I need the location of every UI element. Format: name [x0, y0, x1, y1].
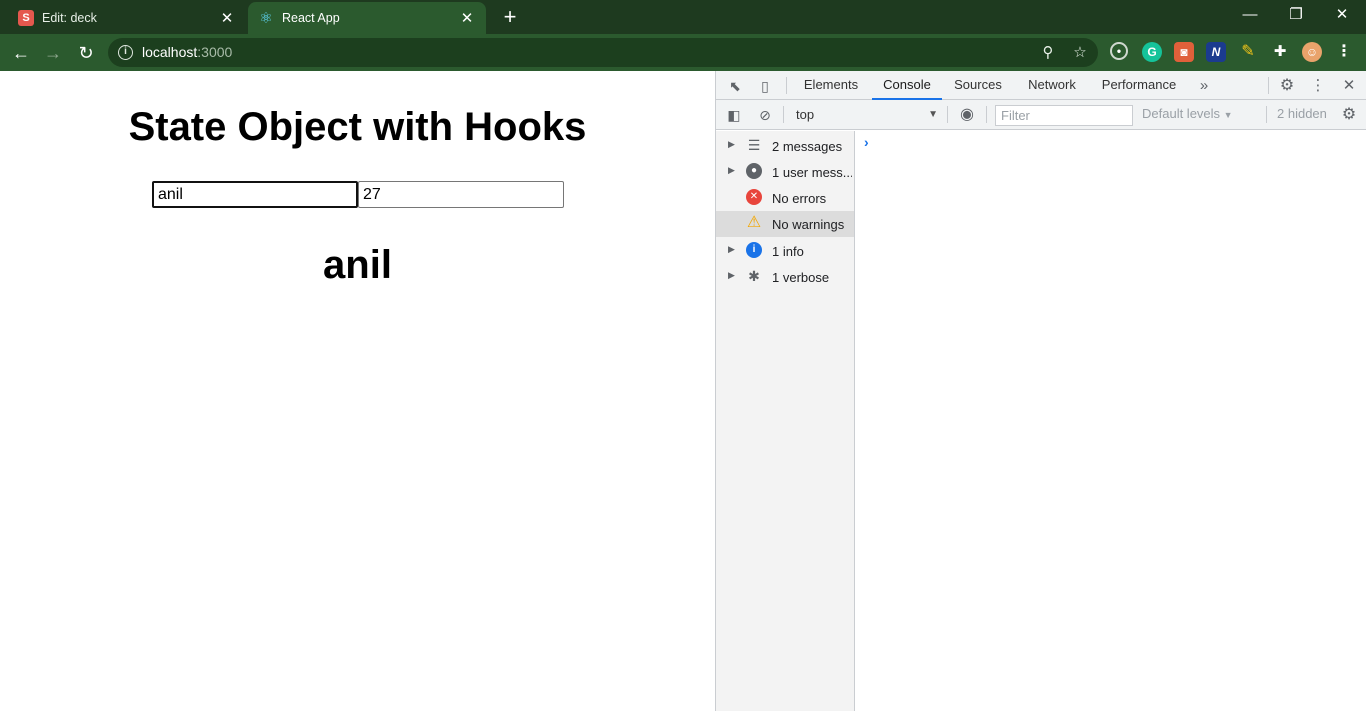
sidebar-item-label: 1 user mess...: [772, 165, 852, 180]
tab-performance[interactable]: Performance: [1098, 71, 1180, 100]
sidebar-item-label: 1 info: [772, 244, 804, 259]
sidebar-item-label: No errors: [772, 191, 827, 206]
react-favicon-icon: ⚛: [259, 10, 273, 27]
sidebar-item-label: 1 verbose: [772, 270, 830, 285]
sidebar-item-info[interactable]: ▶ i 1 info: [716, 238, 854, 264]
tab-console[interactable]: Console: [872, 71, 942, 100]
tab-elements[interactable]: Elements: [796, 71, 866, 100]
sidebar-item-warnings[interactable]: ⚠ No warnings: [716, 211, 854, 237]
devtools-menu-icon[interactable]: ⋮: [1308, 76, 1328, 96]
restore-button[interactable]: ❐: [1276, 4, 1316, 26]
expand-arrow-icon[interactable]: ▶: [728, 165, 735, 176]
extensions-puzzle-icon[interactable]: ✚: [1270, 42, 1290, 62]
tab-network[interactable]: Network: [1020, 71, 1084, 100]
close-icon[interactable]: ✕: [458, 9, 476, 27]
devtools-tabbar: ⬉ ▯ Elements Console Sources Network Per…: [716, 71, 1366, 100]
list-icon: ☰: [747, 137, 761, 153]
minimize-button[interactable]: —: [1230, 4, 1270, 26]
s-favicon-icon: S: [18, 10, 34, 26]
console-output[interactable]: ›: [856, 131, 1366, 711]
user-icon: ●: [746, 163, 762, 179]
close-devtools-icon[interactable]: ✕: [1339, 76, 1359, 96]
sidebar-item-messages[interactable]: ▶ ☰ 2 messages: [716, 133, 854, 159]
context-label: top: [796, 107, 815, 122]
console-prompt-icon: ›: [864, 134, 869, 150]
forward-icon[interactable]: →: [41, 41, 65, 65]
age-input[interactable]: [358, 181, 564, 208]
divider: [947, 106, 948, 123]
context-select[interactable]: top ▼: [790, 105, 940, 125]
reload-icon[interactable]: ↻: [74, 41, 98, 65]
page-title: State Object with Hooks: [128, 105, 587, 149]
new-tab-button[interactable]: +: [498, 5, 522, 29]
extension-record-icon[interactable]: •: [1110, 42, 1128, 60]
expand-arrow-icon[interactable]: ▶: [728, 139, 735, 150]
menu-kebab-icon[interactable]: ⋮: [1334, 42, 1354, 62]
sidebar-toggle-icon[interactable]: ◧: [724, 105, 744, 125]
settings-gear-icon[interactable]: ⚙: [1277, 76, 1297, 96]
log-levels-dropdown[interactable]: Default levels ▼: [1142, 106, 1233, 121]
browser-toolbar: ← → ↻ i localhost:3000 ⚲ ☆ • G ◙ N ✎ ✚ ☺…: [0, 34, 1366, 71]
more-tabs-icon[interactable]: »: [1194, 76, 1214, 96]
devtools-panel: ⬉ ▯ Elements Console Sources Network Per…: [715, 71, 1366, 711]
site-info-icon[interactable]: i: [118, 45, 133, 60]
expand-arrow-icon[interactable]: ▶: [728, 270, 735, 281]
display-name: anil: [323, 243, 392, 287]
tab-title: Edit: deck: [42, 11, 97, 25]
back-icon[interactable]: ←: [9, 41, 33, 65]
tab-title: React App: [282, 11, 340, 25]
sidebar-item-verbose[interactable]: ▶ ✱ 1 verbose: [716, 264, 854, 290]
divider: [1268, 77, 1269, 94]
error-icon: ✕: [746, 189, 762, 205]
divider: [783, 106, 784, 123]
tab-edit-deck[interactable]: S Edit: deck ✕: [0, 2, 246, 34]
console-settings-gear-icon[interactable]: ⚙: [1339, 105, 1359, 125]
grammarly-icon[interactable]: G: [1142, 42, 1162, 62]
live-expression-eye-icon[interactable]: ◉: [957, 105, 977, 125]
divider: [986, 106, 987, 123]
expand-arrow-icon[interactable]: ▶: [728, 244, 735, 255]
pencil-icon[interactable]: ✎: [1238, 42, 1258, 62]
hidden-count: 2 hidden: [1277, 106, 1327, 121]
dropdown-arrow-icon: ▼: [928, 109, 938, 120]
sidebar-item-errors[interactable]: ✕ No errors: [716, 185, 854, 211]
extension-camera-icon[interactable]: ◙: [1174, 42, 1194, 62]
tab-react-app[interactable]: ⚛ React App ✕: [248, 2, 486, 34]
console-filterbar: ◧ ⊘ top ▼ ◉ Filter Default levels ▼ 2 hi…: [716, 100, 1366, 130]
sidebar-item-label: 2 messages: [772, 139, 843, 154]
filter-input[interactable]: Filter: [995, 105, 1133, 126]
address-bar[interactable]: i localhost:3000 ⚲ ☆: [108, 38, 1098, 67]
clear-console-icon[interactable]: ⊘: [755, 105, 775, 125]
close-icon[interactable]: ✕: [218, 9, 236, 27]
extension-n-icon[interactable]: N: [1206, 42, 1226, 62]
device-toolbar-icon[interactable]: ▯: [755, 76, 775, 96]
sidebar-item-user-messages[interactable]: ▶ ● 1 user mess...: [716, 159, 854, 185]
warning-icon: ⚠: [746, 214, 762, 231]
tab-sources[interactable]: Sources: [948, 71, 1008, 100]
divider: [786, 77, 787, 94]
bookmark-star-icon[interactable]: ☆: [1070, 43, 1090, 63]
sidebar-item-label: No warnings: [772, 217, 845, 232]
info-icon: i: [746, 242, 762, 258]
avatar[interactable]: ☺: [1302, 42, 1322, 62]
name-input[interactable]: [152, 181, 358, 208]
page-viewport: State Object with Hooks anil: [0, 71, 715, 711]
divider: [1266, 106, 1267, 123]
console-sidebar: ▶ ☰ 2 messages ▶ ● 1 user mess... ✕ No e…: [716, 131, 855, 711]
tab-strip: S Edit: deck ✕ ⚛ React App ✕ + — ❐ ✕: [0, 0, 1366, 34]
url-text: localhost:3000: [142, 44, 233, 60]
inspect-element-icon[interactable]: ⬉: [725, 76, 745, 96]
window-close-button[interactable]: ✕: [1322, 4, 1362, 26]
bug-icon: ✱: [748, 268, 760, 284]
zoom-icon[interactable]: ⚲: [1038, 43, 1058, 63]
